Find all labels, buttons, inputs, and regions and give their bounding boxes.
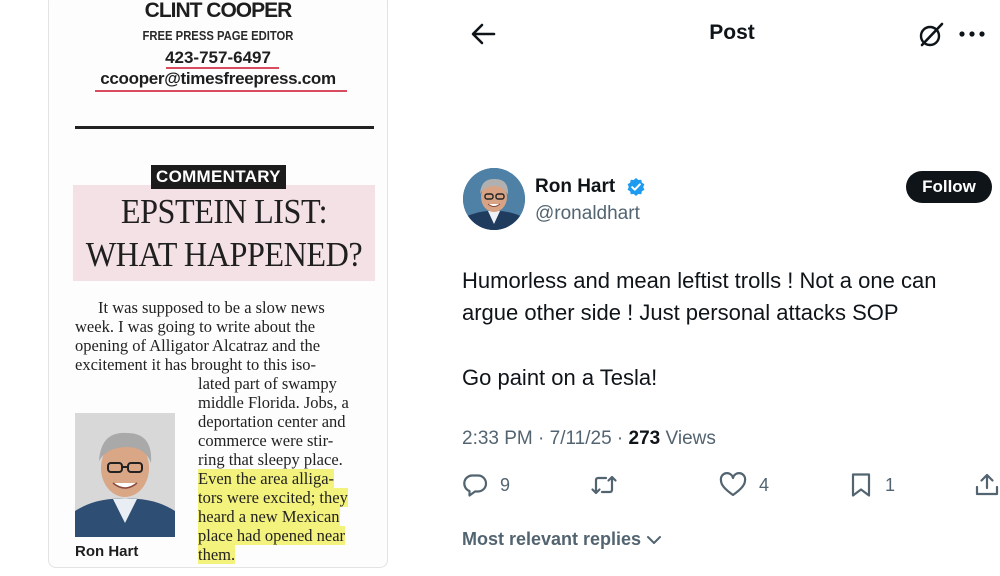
back-button[interactable] — [470, 22, 496, 46]
editor-phone: 423-757-6497 — [165, 48, 271, 67]
more-options-button[interactable] — [957, 23, 987, 45]
headline-line-2: WHAT HAPPENED? — [85, 235, 363, 274]
reply-button[interactable]: 9 — [462, 471, 510, 499]
photo-caption: Ron Hart — [75, 543, 139, 560]
bookmark-count: 1 — [885, 474, 896, 495]
body-line: deportation center and — [198, 412, 346, 431]
author-photo — [75, 413, 175, 537]
body-line: It was supposed to be a slow news — [98, 298, 325, 317]
post-text-line: Humorless and mean leftist trolls ! Not … — [462, 268, 937, 293]
avatar[interactable] — [463, 168, 525, 230]
body-line-highlighted: place had opened near — [198, 526, 346, 545]
views-count: 273 — [628, 428, 661, 449]
follow-button[interactable]: Follow — [906, 171, 992, 203]
body-line-highlighted: them. — [198, 545, 236, 564]
page-title: Post — [709, 21, 755, 44]
verified-badge-icon — [626, 177, 646, 197]
repost-button[interactable] — [590, 471, 618, 499]
body-line-highlighted: tors were excited; they — [198, 488, 348, 507]
body-line: middle Florida. Jobs, a — [198, 393, 349, 412]
replies-sort-dropdown[interactable]: Most relevant replies — [462, 529, 663, 550]
bookmark-button[interactable]: 1 — [849, 471, 895, 499]
post-text-line: Go paint on a Tesla! — [462, 365, 658, 390]
body-line: lated part of swampy — [198, 374, 337, 393]
body-line: commerce were stir- — [198, 431, 334, 450]
replies-sort-label: Most relevant replies — [462, 529, 642, 549]
share-icon — [975, 473, 999, 496]
editor-role: FREE PRESS PAGE EDITOR — [142, 29, 294, 43]
author-handle[interactable]: @ronaldhart — [535, 203, 640, 225]
grok-icon — [919, 22, 944, 47]
email-underline — [95, 90, 347, 92]
body-line: excitement it has brought to this iso- — [75, 355, 317, 374]
more-dots-icon — [959, 31, 985, 37]
post-date[interactable]: 7/11/25 — [550, 428, 612, 449]
body-line-highlighted: heard a new Mexican — [198, 507, 340, 526]
reply-icon — [463, 474, 488, 497]
section-label: COMMENTARY — [151, 165, 286, 189]
back-arrow-icon — [471, 23, 496, 45]
body-line: week. I was going to write about the — [75, 317, 316, 336]
divider-rule — [75, 126, 374, 129]
chevron-down-icon — [647, 535, 662, 544]
author-display-name[interactable]: Ron Hart — [535, 176, 615, 198]
newspaper-clipping: CLINT COOPER FREE PRESS PAGE EDITOR 423-… — [48, 0, 388, 568]
grok-button[interactable] — [917, 21, 945, 49]
body-line-highlighted: Even the area alliga- — [198, 469, 335, 488]
heart-icon — [719, 472, 747, 497]
like-count: 4 — [759, 474, 770, 495]
views-label: Views — [665, 428, 716, 449]
meta-separator: · — [532, 428, 550, 449]
editor-name: CLINT COOPER — [144, 0, 293, 22]
bookmark-icon — [851, 473, 871, 497]
post-time[interactable]: 2:33 PM — [462, 428, 533, 449]
share-button[interactable] — [974, 471, 1000, 499]
body-line: opening of Alligator Alcatraz and the — [75, 336, 321, 355]
post-meta: 2:33 PM · 7/11/25 · 273 Views — [462, 428, 716, 450]
headline-line-1: EPSTEIN LIST: — [120, 192, 328, 231]
like-button[interactable]: 4 — [719, 471, 769, 499]
body-line: ring that sleepy place. — [198, 450, 343, 469]
repost-icon — [591, 475, 617, 495]
post-text-line: argue other side ! Just personal attacks… — [462, 300, 899, 325]
meta-separator: · — [611, 428, 629, 449]
editor-email: ccooper@timesfreepress.com — [100, 69, 336, 88]
reply-count: 9 — [500, 474, 511, 495]
